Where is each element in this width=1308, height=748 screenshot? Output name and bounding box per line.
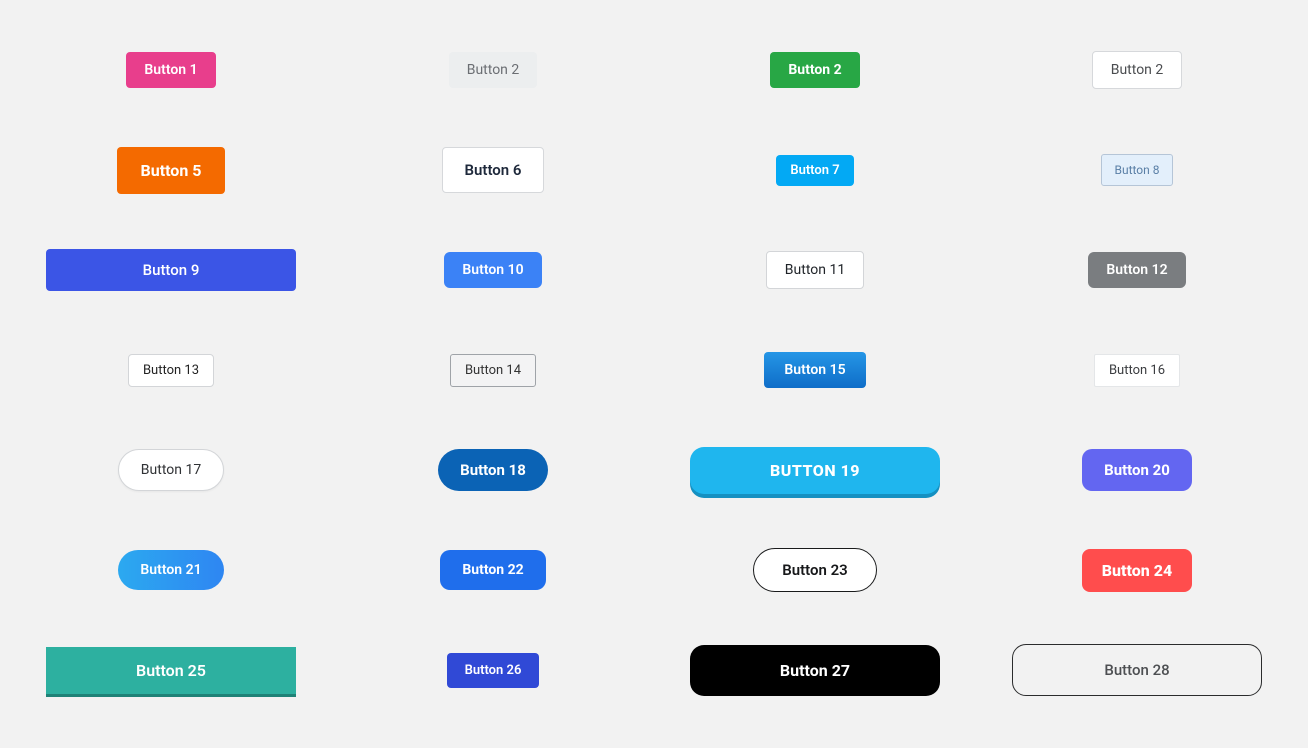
button-22[interactable]: Button 22 — [440, 550, 545, 590]
row-3: Button 9 Button 10 Button 11 Button 12 — [10, 220, 1298, 320]
button-1[interactable]: Button 1 — [126, 52, 215, 88]
button-26[interactable]: Button 26 — [447, 653, 540, 688]
button-23[interactable]: Button 23 — [753, 548, 877, 592]
button-13[interactable]: Button 13 — [128, 354, 214, 387]
button-11[interactable]: Button 11 — [766, 251, 864, 289]
button-9[interactable]: Button 9 — [46, 249, 296, 291]
button-14[interactable]: Button 14 — [450, 354, 536, 387]
row-5: Button 17 Button 18 BUTTON 19 Button 20 — [10, 420, 1298, 520]
button-5[interactable]: Button 5 — [117, 147, 226, 194]
button-19[interactable]: BUTTON 19 — [690, 447, 940, 494]
row-7: Button 25 Button 26 Button 27 Button 28 — [10, 620, 1298, 720]
row-4: Button 13 Button 14 Button 15 Button 16 — [10, 320, 1298, 420]
button-17[interactable]: Button 17 — [118, 449, 224, 491]
button-6[interactable]: Button 6 — [442, 147, 545, 193]
button-4[interactable]: Button 2 — [1092, 51, 1183, 89]
button-3[interactable]: Button 2 — [770, 52, 859, 88]
button-20[interactable]: Button 20 — [1082, 449, 1192, 491]
button-16[interactable]: Button 16 — [1094, 354, 1180, 387]
button-24[interactable]: Button 24 — [1082, 549, 1192, 592]
row-1: Button 1 Button 2 Button 2 Button 2 — [10, 20, 1298, 120]
button-18[interactable]: Button 18 — [438, 449, 548, 491]
button-10[interactable]: Button 10 — [444, 252, 541, 288]
row-6: Button 21 Button 22 Button 23 Button 24 — [10, 520, 1298, 620]
button-21[interactable]: Button 21 — [118, 550, 223, 590]
button-7[interactable]: Button 7 — [776, 155, 853, 186]
row-2: Button 5 Button 6 Button 7 Button 8 — [10, 120, 1298, 220]
button-2[interactable]: Button 2 — [449, 52, 538, 88]
button-15[interactable]: Button 15 — [764, 352, 865, 388]
button-8[interactable]: Button 8 — [1101, 154, 1172, 186]
button-27[interactable]: Button 27 — [690, 645, 940, 696]
button-28[interactable]: Button 28 — [1012, 644, 1262, 696]
button-gallery: Button 1 Button 2 Button 2 Button 2 Butt… — [0, 0, 1308, 748]
button-12[interactable]: Button 12 — [1088, 252, 1185, 288]
button-25[interactable]: Button 25 — [46, 647, 296, 694]
